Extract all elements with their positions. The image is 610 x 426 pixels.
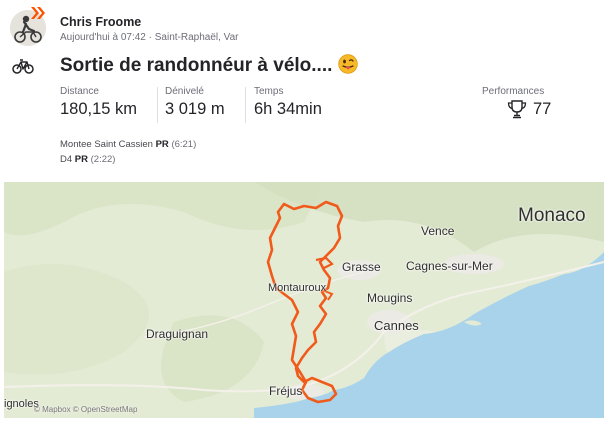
stat-divider [245, 87, 246, 123]
distance-label: Distance [60, 86, 99, 97]
pr-badge: PR [74, 154, 88, 165]
bike-icon [12, 59, 34, 74]
segment-time: (2:22) [90, 154, 116, 165]
segment-item[interactable]: Montee Saint Cassien PR (6:21) [60, 139, 196, 150]
place-label-draguignan: Draguignan [146, 327, 209, 341]
tongue-out-emoji-icon [338, 54, 359, 80]
subscriber-badge-icon [31, 7, 45, 19]
place-label-vence: Vence [421, 224, 455, 238]
activity-title-link[interactable]: Sortie de randonnéur à vélo.... [60, 54, 359, 80]
map-canvas [4, 182, 604, 418]
performances-stat[interactable]: Performances 77 [482, 86, 551, 119]
segment-name: D4 [60, 154, 73, 165]
place-label-cagnes: Cagnes-sur-Mer [406, 259, 493, 273]
elevation-value: 3 019 m [165, 100, 225, 118]
segment-time: (6:21) [171, 139, 197, 150]
time-label: Temps [254, 86, 284, 97]
route-map[interactable]: Monaco Vence Grasse Cagnes-sur-Mer Monta… [4, 182, 604, 418]
pr-badge: PR [155, 139, 169, 150]
map-attribution[interactable]: © Mapbox © OpenStreetMap [34, 405, 137, 414]
athlete-name-link[interactable]: Chris Froome [60, 15, 141, 29]
distance-stat: Distance 180,15 km [60, 86, 137, 119]
activity-datetime-location: Aujourd'hui à 07:42 · Saint-Raphaël, Var [60, 32, 239, 43]
segment-item[interactable]: D4 PR (2:22) [60, 154, 115, 165]
stat-divider [157, 87, 158, 123]
distance-value: 180,15 km [60, 100, 138, 118]
trophy-icon [507, 100, 527, 119]
time-stat: Temps 6h 34min [254, 86, 322, 119]
place-label-grasse: Grasse [342, 260, 381, 274]
elevation-label: Dénivelé [165, 86, 204, 97]
place-label-mougins: Mougins [367, 291, 413, 305]
place-label-frejus: Fréjus [269, 384, 303, 398]
performances-label: Performances [482, 86, 545, 97]
activity-title-text: Sortie de randonnéur à vélo.... [60, 55, 333, 76]
performances-value: 77 [533, 99, 552, 118]
place-label-monaco: Monaco [518, 205, 586, 226]
place-label-cannes: Cannes [374, 318, 419, 333]
time-value: 6h 34min [254, 100, 322, 118]
elevation-stat: Dénivelé 3 019 m [165, 86, 225, 119]
segment-name: Montee Saint Cassien [60, 139, 153, 150]
place-label-montauroux: Montauroux [268, 282, 327, 294]
